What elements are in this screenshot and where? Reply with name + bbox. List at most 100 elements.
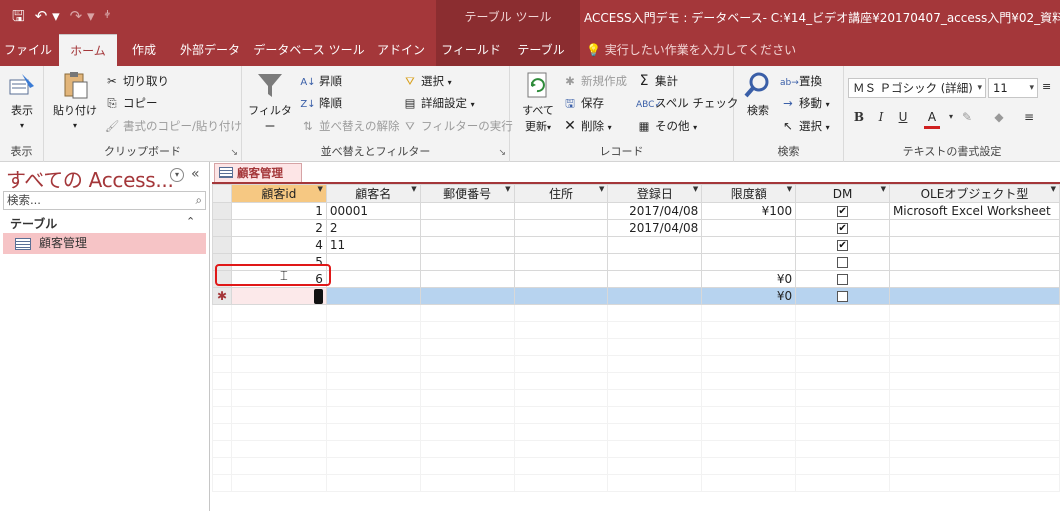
tab-home[interactable]: ホーム [59, 34, 117, 66]
dm-checkbox[interactable]: ✔ [837, 223, 849, 234]
tab-table[interactable]: テーブル [508, 34, 574, 66]
replace-button[interactable]: ab→置換 [780, 72, 822, 92]
column-header-limit[interactable]: 限度額 ▼ [701, 184, 797, 203]
tell-me-box[interactable]: 💡 実行したい作業を入力してください [586, 34, 796, 66]
font-name-combo[interactable]: ＭＳ Ｐゴシック (詳細) ▾ [848, 78, 986, 98]
find-button[interactable]: 検索 [738, 70, 778, 118]
clipboard-launcher-icon[interactable]: ↘ [230, 148, 238, 158]
cell-id[interactable]: 1 [230, 202, 327, 220]
cell-limit[interactable] [701, 236, 797, 254]
delete-record-button[interactable]: ✕ 削除 ▾ [562, 117, 612, 137]
cell-empty[interactable] [513, 287, 609, 305]
tab-database-tools[interactable]: データベース ツール [252, 34, 366, 66]
cell-address[interactable] [513, 236, 609, 254]
cell-ole[interactable] [888, 219, 1060, 237]
cell-id[interactable] [230, 287, 327, 305]
align-icon[interactable]: ≡ [1020, 108, 1038, 126]
cell-dm[interactable] [795, 287, 890, 305]
new-record-marker[interactable]: ✱ [212, 287, 232, 305]
sort-ascending-button[interactable]: A↓ 昇順 [300, 72, 342, 92]
cell-empty[interactable] [419, 287, 515, 305]
cell-id[interactable]: 6 [230, 270, 327, 288]
cut-button[interactable]: ✂ 切り取り [104, 72, 169, 90]
dm-checkbox[interactable]: ✔ [837, 240, 849, 251]
column-header-zip[interactable]: 郵便番号 ▼ [419, 184, 515, 203]
cell-name[interactable] [325, 270, 421, 288]
font-color-icon[interactable]: A [924, 108, 940, 129]
cell-address[interactable] [513, 270, 609, 288]
nav-menu-dropdown-icon[interactable]: ▾ [170, 168, 184, 182]
tab-addins[interactable]: アドイン [368, 34, 434, 66]
column-header-ole[interactable]: OLEオブジェクト型 ▼ [888, 184, 1060, 203]
cell-ole[interactable] [888, 253, 1060, 271]
cell-ole[interactable] [888, 287, 1060, 305]
cell-empty[interactable] [607, 287, 703, 305]
cell-limit[interactable]: ¥0 [701, 287, 797, 305]
cell-id[interactable]: 5 [230, 253, 327, 271]
collapse-pane-icon[interactable]: « [191, 166, 200, 182]
tab-external-data[interactable]: 外部データ [170, 34, 250, 66]
record-selector[interactable] [212, 270, 232, 288]
dm-checkbox[interactable] [837, 291, 849, 302]
column-header-name[interactable]: 顧客名 ▼ [325, 184, 421, 203]
tab-create[interactable]: 作成 [120, 34, 168, 66]
column-header-address[interactable]: 住所 ▼ [513, 184, 609, 203]
cell-name[interactable]: 2 [325, 219, 421, 237]
cell-ole[interactable] [888, 270, 1060, 288]
cell-id[interactable]: 2 [230, 219, 327, 237]
cell-ole[interactable]: Microsoft Excel Worksheet [888, 202, 1060, 220]
list-icon[interactable]: ≡ [1042, 78, 1051, 96]
cell-ole[interactable] [888, 236, 1060, 254]
select-all-cell[interactable] [212, 184, 232, 203]
cell-address[interactable] [513, 219, 609, 237]
cell-limit[interactable]: ¥100 [701, 202, 797, 220]
record-selector[interactable] [212, 219, 232, 237]
dm-checkbox[interactable]: ✔ [837, 206, 849, 217]
cell-name[interactable]: 00001 [325, 202, 421, 220]
cell-zip[interactable] [419, 253, 515, 271]
advanced-filter-button[interactable]: ▤ 詳細設定 ▾ [402, 94, 475, 114]
underline-icon[interactable]: U [894, 108, 912, 126]
column-header-dm[interactable]: DM ▼ [795, 184, 890, 203]
cell-date[interactable]: 2017/04/08 [607, 202, 703, 220]
tab-fields[interactable]: フィールド [438, 34, 504, 66]
save-icon[interactable]: 🖫 [12, 6, 25, 26]
document-tab[interactable]: 顧客管理 [214, 163, 302, 182]
totals-button[interactable]: Σ 集計 [636, 72, 678, 90]
cell-zip[interactable] [419, 219, 515, 237]
record-selector[interactable] [212, 253, 232, 271]
cell-dm[interactable]: ✔ [795, 202, 890, 220]
cell-name[interactable]: 11 [325, 236, 421, 254]
dm-checkbox[interactable] [837, 274, 849, 285]
cell-address[interactable] [513, 202, 609, 220]
paste-button[interactable]: 貼り付け ▾ [52, 70, 98, 131]
cell-dm[interactable] [795, 270, 890, 288]
nav-category-tables[interactable]: テーブル [10, 215, 57, 232]
cell-date[interactable] [607, 270, 703, 288]
cell-address[interactable] [513, 253, 609, 271]
cell-limit[interactable] [701, 219, 797, 237]
cell-name[interactable] [325, 253, 421, 271]
view-button[interactable]: 表示 ▾ [4, 70, 40, 131]
cell-id[interactable]: 4 [230, 236, 327, 254]
cell-zip[interactable] [419, 236, 515, 254]
dm-checkbox[interactable] [837, 257, 849, 268]
cell-zip[interactable] [419, 270, 515, 288]
nav-search-input[interactable]: 検索... ⌕ [3, 191, 206, 210]
column-header-date[interactable]: 登録日 ▼ [607, 184, 703, 203]
spelling-button[interactable]: ABC✓スペル チェック [636, 94, 738, 114]
selection-button[interactable]: ⛛ 選択 ▾ [402, 72, 452, 92]
tab-file[interactable]: ファイル [0, 34, 56, 66]
refresh-all-button[interactable]: すべて 更新▾ [516, 70, 560, 134]
select-button[interactable]: ↖ 選択 ▾ [780, 117, 830, 137]
cell-dm[interactable]: ✔ [795, 236, 890, 254]
save-record-button[interactable]: 🖫 保存 [562, 94, 604, 112]
nav-title[interactable]: すべての Access... [6, 164, 174, 193]
record-selector[interactable] [212, 202, 232, 220]
customize-qat-icon[interactable]: ⫩ [105, 6, 111, 26]
cell-date[interactable]: 2017/04/08 [607, 219, 703, 237]
cell-date[interactable] [607, 236, 703, 254]
cell-limit[interactable] [701, 253, 797, 271]
column-header-id[interactable]: 顧客id ▼ [230, 184, 327, 203]
collapse-category-icon[interactable]: ⌃ [186, 215, 195, 228]
